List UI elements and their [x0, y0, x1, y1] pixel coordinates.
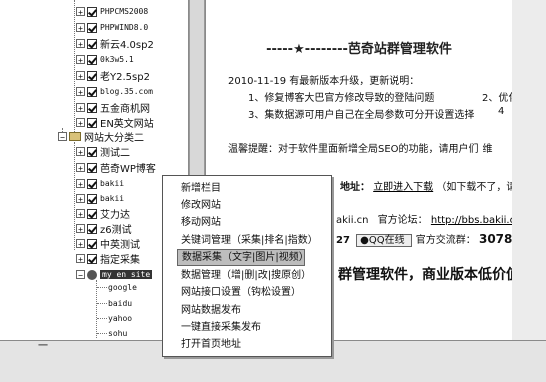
site-globe-icon	[87, 269, 97, 280]
checkbox-icon[interactable]	[87, 54, 97, 65]
expand-icon[interactable]: +	[76, 194, 85, 204]
tree-node-site[interactable]: + 老Y2.5sp2	[76, 69, 150, 83]
checkbox-icon[interactable]	[87, 178, 97, 189]
tree-node-site[interactable]: + 新云4.0sp2	[76, 37, 154, 51]
download-line: 地址： 立即进入下载 （如下载不了，请	[340, 182, 512, 193]
update-item-2: 2、优化采	[482, 93, 512, 104]
tip-text: 温馨提醒：对于软件里面新增全局SEO的功能，请用户们维	[228, 144, 493, 155]
tree-node-site[interactable]: + 五金商机网	[76, 101, 150, 115]
tree-node-site[interactable]: + blog.35.com	[76, 85, 153, 98]
expand-icon[interactable]: +	[76, 118, 85, 128]
checkbox-icon[interactable]	[87, 117, 97, 128]
checkbox-icon[interactable]	[87, 86, 97, 97]
qq-icon: ●	[360, 235, 369, 246]
tree-node-site[interactable]: + EN英文网站	[76, 116, 154, 130]
collapse-icon[interactable]: −	[58, 132, 67, 142]
update-item-1: 1、修复博客大巴官方修改导致的登陆问题	[248, 93, 435, 104]
tree-node-site[interactable]: + 测试二	[76, 145, 130, 159]
forum-link[interactable]: http://bbs.bakii.cn	[431, 215, 512, 226]
checkbox-icon[interactable]	[87, 253, 97, 264]
folder-icon	[69, 132, 81, 141]
expand-icon[interactable]: +	[76, 209, 85, 219]
checkbox-icon[interactable]	[87, 22, 97, 33]
expand-icon[interactable]: +	[76, 23, 85, 33]
expand-icon[interactable]: +	[76, 254, 85, 264]
promo-text: 群管理软件，商业版本低价值	[338, 267, 512, 283]
tree-node-site[interactable]: + PHPCMS2008	[76, 5, 148, 18]
update-date-line: 2010-11-19 有最新版本升级，更新说明：	[228, 76, 420, 87]
contact-line: 27 ●QQ在线 官方交流群： 30787	[336, 232, 512, 247]
tree-node-site[interactable]: + bakii	[76, 192, 124, 205]
qq-online-badge[interactable]: ●QQ在线	[356, 234, 412, 247]
checkbox-icon[interactable]	[87, 70, 97, 81]
menu-item-publish-data[interactable]: 网站数据发布	[181, 302, 241, 319]
menu-item-open-homepage[interactable]: 打开首页地址	[181, 336, 241, 353]
tree-node-group[interactable]: − 网站大分类二	[58, 130, 144, 144]
expand-icon[interactable]: +	[76, 163, 85, 173]
menu-item-move-site[interactable]: 移动网站	[181, 214, 221, 231]
menu-item-data-collection[interactable]: 数据采集（文字|图片|视频）	[177, 249, 309, 266]
checkbox-icon[interactable]	[87, 208, 97, 219]
announcement-title: -----★--------芭奇站群管理软件	[266, 42, 452, 57]
window-right-margin	[512, 0, 546, 340]
update-item-3: 3、集数据源可用户自己在全局参数可分开设置选择	[248, 110, 475, 121]
menu-item-one-click-collect-publish[interactable]: 一键直接采集发布	[181, 319, 261, 336]
expand-icon[interactable]: +	[76, 103, 85, 113]
tree-node-site[interactable]: + 指定采集	[76, 252, 140, 266]
tree-node-site[interactable]: + 0k3w5.1	[76, 53, 134, 66]
menu-item-edit-site[interactable]: 修改网站	[181, 197, 221, 214]
expand-icon[interactable]: +	[76, 39, 85, 49]
expand-icon[interactable]: +	[76, 239, 85, 249]
expand-icon[interactable]: +	[76, 87, 85, 97]
menu-item-site-api-settings[interactable]: 网站接口设置（钩松设置）	[181, 284, 301, 301]
checkbox-icon[interactable]	[87, 146, 97, 157]
download-link[interactable]: 立即进入下载	[373, 182, 433, 193]
tree-node-column[interactable]: baidu	[108, 297, 132, 310]
checkbox-icon[interactable]	[87, 223, 97, 234]
window-left-margin	[0, 0, 40, 340]
tree-node-column[interactable]: yahoo	[108, 312, 132, 325]
menu-item-keyword-management[interactable]: 关键词管理（采集|排名|指数）	[181, 232, 318, 249]
menu-item-data-management[interactable]: 数据管理（增|删|改|搜原创）	[181, 267, 311, 284]
tree-node-site[interactable]: + PHPWIND8.0	[76, 21, 148, 34]
checkbox-icon[interactable]	[87, 6, 97, 17]
tree-node-column[interactable]: sohu	[108, 327, 127, 340]
collapse-icon[interactable]: −	[76, 270, 85, 280]
checkbox-icon[interactable]	[87, 38, 97, 49]
tree-node-selected-site[interactable]: − my en site	[76, 268, 153, 281]
tree-node-site[interactable]: + 中英测试	[76, 237, 140, 251]
checkbox-icon[interactable]	[87, 162, 97, 173]
tree-node-site[interactable]: + z6测试	[76, 222, 132, 236]
expand-icon[interactable]: +	[76, 7, 85, 17]
expand-icon[interactable]: +	[76, 224, 85, 234]
menu-item-add-column[interactable]: 新增栏目	[181, 180, 221, 197]
expand-icon[interactable]: +	[76, 55, 85, 65]
tree-node-site[interactable]: + 芭奇WP博客	[76, 161, 156, 175]
tree-node-site[interactable]: + bakii	[76, 177, 124, 190]
checkbox-icon[interactable]	[87, 102, 97, 113]
expand-icon[interactable]: +	[76, 147, 85, 157]
forum-line: akii.cn 官方论坛： http://bbs.bakii.cn 官	[336, 211, 512, 226]
update-item-4: 4	[498, 106, 505, 117]
tree-node-column[interactable]: google	[108, 281, 137, 294]
checkbox-icon[interactable]	[87, 238, 97, 249]
checkbox-icon[interactable]	[87, 193, 97, 204]
context-menu: 新增栏目 修改网站 移动网站 关键词管理（采集|排名|指数） 数据采集（文字|图…	[162, 175, 332, 357]
expand-icon[interactable]: +	[76, 179, 85, 189]
tree-node-site[interactable]: + 艾力达	[76, 207, 130, 221]
expand-icon[interactable]: +	[76, 71, 85, 81]
